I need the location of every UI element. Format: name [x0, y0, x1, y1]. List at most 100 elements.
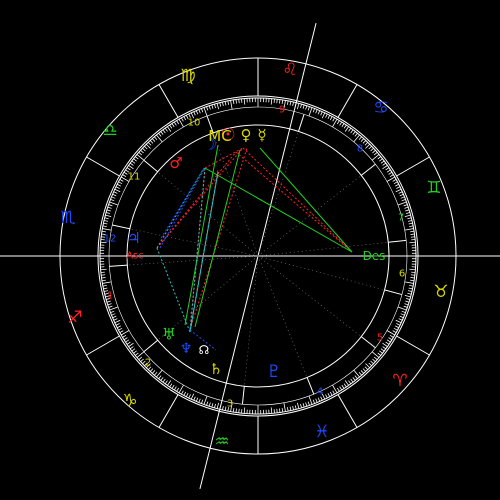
degree-tick: [368, 362, 372, 367]
degree-tick: [101, 230, 106, 233]
degree-tick: [171, 384, 175, 389]
degree-tick: [149, 140, 154, 144]
degree-tick: [332, 390, 335, 395]
degree-tick: [405, 209, 410, 212]
degree-tick: [300, 403, 302, 408]
degree-tick: [360, 370, 365, 374]
degree-tick: [358, 136, 362, 141]
house-cusp: [143, 159, 158, 173]
degree-tick: [211, 104, 214, 109]
degree-tick: [389, 334, 394, 338]
degree-tick: [110, 310, 115, 313]
degree-tick: [296, 402, 300, 409]
degree-tick: [102, 225, 107, 228]
degree-tick: [112, 193, 117, 197]
degree-tick: [106, 209, 111, 212]
degree-tick: [101, 277, 106, 279]
degree-tick: [401, 199, 406, 202]
degree-tick: [365, 143, 371, 149]
degree-tick: [305, 105, 308, 110]
degree-tick: [114, 188, 121, 193]
degree-tick: [327, 115, 331, 119]
degree-tick: [302, 104, 305, 109]
degree-tick: [106, 212, 111, 214]
house-guide-line: [129, 228, 259, 257]
degree-tick: [173, 121, 177, 126]
degree-tick: [283, 402, 286, 412]
degree-tick: [109, 201, 119, 206]
degree-tick: [203, 107, 208, 117]
degree-tick: [214, 403, 216, 408]
degree-tick: [407, 290, 413, 292]
degree-tick: [118, 181, 123, 185]
degree-tick: [398, 191, 403, 194]
degree-tick: [136, 351, 145, 358]
aspect-line: [242, 147, 353, 253]
aspect-line: [156, 247, 191, 333]
degree-tick: [409, 268, 416, 271]
mercury-icon: ☿: [257, 126, 266, 144]
degree-tick: [156, 369, 163, 378]
house-number-12: 12: [104, 234, 117, 245]
degree-tick: [395, 319, 402, 324]
house-guide-line: [244, 255, 259, 387]
degree-tick: [160, 131, 164, 135]
degree-tick: [164, 380, 168, 385]
degree-tick: [300, 104, 302, 109]
degree-tick: [386, 169, 391, 173]
mars-icon: ♂: [169, 154, 182, 172]
degree-tick: [114, 319, 121, 324]
degree-tick: [167, 380, 172, 386]
degree-tick: [395, 183, 399, 187]
degree-tick: [292, 101, 294, 107]
degree-tick: [308, 395, 313, 405]
degree-tick: [370, 360, 374, 365]
degree-tick: [128, 165, 134, 170]
degree-tick: [401, 310, 406, 313]
degree-tick: [392, 330, 397, 333]
house-number-8: 8: [357, 144, 363, 155]
degree-tick: [399, 315, 404, 319]
degree-tick: [108, 305, 113, 308]
degree-tick: [118, 327, 123, 331]
degree-tick: [403, 204, 408, 207]
degree-tick: [102, 228, 112, 231]
degree-tick: [377, 156, 382, 160]
north-node-icon: ☊: [199, 343, 210, 357]
degree-tick: [140, 149, 144, 154]
sign-boundary: [396, 156, 430, 177]
degree-tick: [101, 279, 106, 282]
degree-tick: [408, 287, 413, 290]
house-cusp: [306, 377, 315, 395]
degree-tick: [183, 391, 187, 396]
degree-tick: [122, 174, 127, 178]
degree-tick: [339, 121, 343, 126]
sign-boundary: [337, 394, 358, 428]
degree-tick: [377, 352, 382, 356]
house-cusp: [360, 163, 376, 176]
degree-tick: [352, 377, 356, 381]
degree-tick: [379, 350, 383, 354]
degree-tick: [195, 397, 199, 402]
house-number-9: 9: [279, 105, 285, 116]
degree-tick: [214, 104, 216, 109]
degree-tick: [154, 136, 158, 141]
degree-tick: [320, 111, 323, 116]
degree-tick: [302, 403, 305, 408]
degree-tick: [193, 396, 196, 401]
degree-tick: [344, 126, 349, 132]
degree-tick: [372, 149, 376, 154]
degree-tick: [270, 407, 273, 414]
degree-tick: [206, 106, 209, 111]
house-guide-line: [257, 255, 362, 337]
degree-tick: [286, 407, 289, 412]
degree-tick: [183, 116, 187, 121]
degree-tick: [395, 188, 402, 193]
house-number-6: 6: [399, 269, 405, 280]
degree-tick: [350, 129, 354, 134]
degree-tick: [336, 387, 340, 392]
degree-tick: [404, 303, 409, 306]
degree-tick: [404, 281, 414, 284]
degree-tick: [162, 378, 166, 383]
sign-boundary: [158, 84, 179, 118]
